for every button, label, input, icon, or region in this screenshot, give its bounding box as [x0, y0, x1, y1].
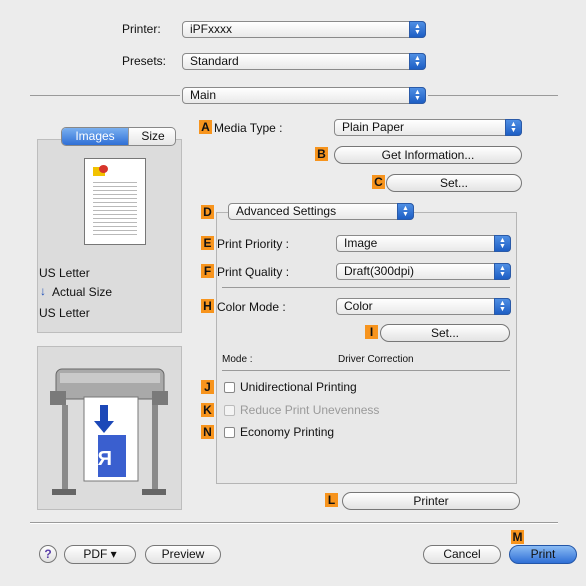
- panel-select-value: Main: [190, 88, 217, 102]
- advanced-divider-2: [222, 370, 510, 371]
- mode-value: Driver Correction: [338, 354, 414, 365]
- economy-label: Economy Printing: [240, 425, 335, 439]
- print-priority-select[interactable]: Image ▲ ▼: [336, 235, 511, 252]
- tag-b: B: [315, 147, 328, 161]
- popup-arrows-icon: ▲ ▼: [409, 53, 426, 70]
- printer-illustration-panel: R: [37, 346, 182, 510]
- popup-arrows-icon: ▲ ▼: [494, 263, 511, 280]
- presets-select[interactable]: Standard ▲ ▼: [182, 53, 426, 70]
- large-format-printer-icon: R: [50, 368, 168, 495]
- tag-a: A: [199, 120, 212, 134]
- presets-label: Presets:: [122, 54, 167, 68]
- print-quality-value: Draft(300dpi): [344, 264, 415, 278]
- top-divider-left: [30, 95, 180, 96]
- unidirectional-checkbox[interactable]: [224, 382, 235, 393]
- popup-arrows-icon: ▲ ▼: [505, 119, 522, 136]
- actual-size-text: Actual Size: [52, 285, 113, 299]
- printer-select-value: iPFxxxx: [190, 22, 232, 36]
- tag-f: F: [201, 264, 214, 278]
- print-button[interactable]: Print: [509, 545, 577, 564]
- media-type-select[interactable]: Plain Paper ▲ ▼: [334, 119, 522, 136]
- popup-arrows-icon: ▲ ▼: [397, 203, 414, 220]
- panel-select[interactable]: Main ▲ ▼: [182, 87, 426, 104]
- presets-select-value: Standard: [190, 54, 239, 68]
- printer-label: Printer:: [122, 22, 161, 36]
- print-priority-value: Image: [344, 236, 378, 250]
- popup-arrows-icon: ▲ ▼: [409, 21, 426, 38]
- popup-arrows-icon: ▲ ▼: [494, 298, 511, 315]
- color-mode-label: Color Mode :: [217, 300, 286, 314]
- tag-h: H: [201, 299, 214, 313]
- economy-checkbox[interactable]: [224, 427, 235, 438]
- tag-j: J: [201, 380, 214, 394]
- advanced-divider-1: [222, 287, 510, 288]
- get-information-button[interactable]: Get Information...: [334, 146, 522, 164]
- tab-images-label: Images: [75, 129, 115, 143]
- color-mode-value: Color: [344, 299, 373, 313]
- bottom-divider-highlight: [30, 523, 558, 524]
- svg-text:R: R: [97, 448, 112, 470]
- preview-tabs: Images Size: [61, 127, 176, 146]
- media-type-label: Media Type :: [214, 121, 283, 135]
- color-mode-select[interactable]: Color ▲ ▼: [336, 298, 511, 315]
- tag-m: M: [511, 530, 524, 544]
- popup-arrows-icon: ▲ ▼: [409, 87, 426, 104]
- print-quality-select[interactable]: Draft(300dpi) ▲ ▼: [336, 263, 511, 280]
- tab-size[interactable]: Size: [128, 128, 175, 145]
- tag-l: L: [325, 493, 338, 507]
- help-button[interactable]: ?: [39, 545, 57, 563]
- reduce-unevenness-checkbox[interactable]: [224, 405, 235, 416]
- cancel-button[interactable]: Cancel: [423, 545, 501, 564]
- advanced-settings-select[interactable]: Advanced Settings ▲ ▼: [228, 203, 414, 220]
- tag-d: D: [201, 205, 214, 219]
- print-quality-label: Print Quality :: [217, 265, 290, 279]
- paper-size-text: US Letter: [39, 266, 90, 280]
- top-divider-right: [428, 95, 558, 96]
- help-icon: ?: [44, 547, 52, 561]
- media-type-value: Plain Paper: [342, 120, 405, 134]
- printer-select[interactable]: iPFxxxx ▲ ▼: [182, 21, 426, 38]
- preview-button[interactable]: Preview: [145, 545, 221, 564]
- reduce-unevenness-label: Reduce Print Unevenness: [240, 403, 380, 417]
- pdf-button[interactable]: PDF ▾: [64, 545, 136, 564]
- print-priority-label: Print Priority :: [217, 237, 290, 251]
- mode-label: Mode :: [222, 354, 253, 365]
- color-set-button[interactable]: Set...: [380, 324, 510, 342]
- tag-e: E: [201, 236, 214, 250]
- printer-button[interactable]: Printer: [342, 492, 520, 510]
- tag-c: C: [372, 175, 385, 189]
- advanced-settings-group: [216, 212, 517, 484]
- page-text-lines: [93, 179, 137, 237]
- tab-size-label: Size: [141, 129, 165, 143]
- page-thumbnail: [84, 158, 146, 245]
- media-set-button[interactable]: Set...: [386, 174, 522, 192]
- tag-k: K: [201, 403, 214, 417]
- tag-n: N: [201, 425, 214, 439]
- tab-images[interactable]: Images: [62, 128, 128, 145]
- arrow-down-icon: ↓: [40, 284, 46, 298]
- unidirectional-label: Unidirectional Printing: [240, 380, 357, 394]
- page-image-icon-accent: [99, 165, 108, 173]
- popup-arrows-icon: ▲ ▼: [494, 235, 511, 252]
- advanced-settings-value: Advanced Settings: [236, 204, 337, 218]
- output-size-text: US Letter: [39, 306, 90, 320]
- tag-i: I: [365, 325, 378, 339]
